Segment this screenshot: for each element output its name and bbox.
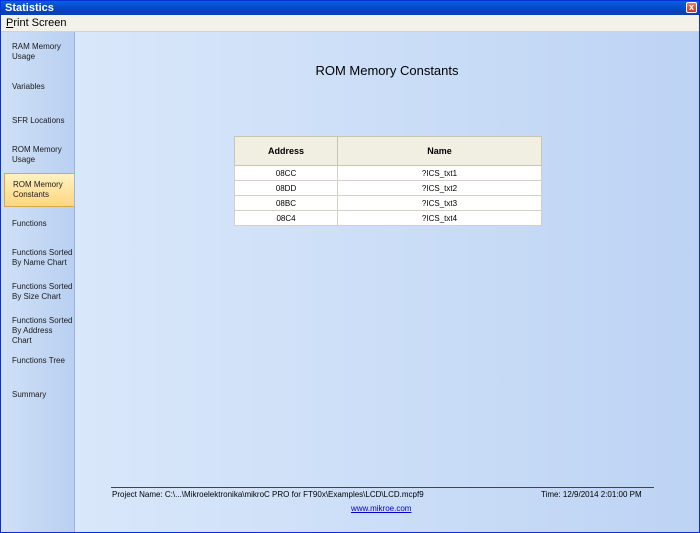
- sidebar-item-label: Variables: [12, 82, 45, 91]
- sidebar-item-ram-memory-usage[interactable]: RAM Memory Usage: [1, 42, 74, 62]
- sidebar-item-label: By Address Chart: [12, 326, 53, 345]
- statistics-window: Statistics x Print Screen RAM Memory Usa…: [0, 0, 700, 533]
- footer-divider: [111, 487, 654, 488]
- sidebar-item-label: Functions Sorted: [12, 248, 73, 257]
- title-bar[interactable]: Statistics x: [1, 1, 699, 15]
- cell-name: ?ICS_txt1: [337, 165, 542, 181]
- sidebar-item-sfr-locations[interactable]: SFR Locations: [1, 116, 74, 126]
- sidebar-item-variables[interactable]: Variables: [1, 82, 74, 92]
- timestamp-text: Time: 12/9/2014 2:01:00 PM: [541, 490, 642, 499]
- table-header-row: Address Name: [234, 136, 542, 166]
- close-icon[interactable]: x: [686, 2, 697, 13]
- sidebar-item-rom-memory-constants[interactable]: ROM Memory Constants: [4, 173, 74, 207]
- sidebar-item-label: RAM Memory: [12, 42, 61, 51]
- website-link[interactable]: www.mikroe.com: [351, 504, 411, 513]
- window-title: Statistics: [5, 2, 54, 14]
- rom-constants-table: Address Name 08CC ?ICS_txt1 08DD ?ICS_tx…: [234, 136, 542, 226]
- column-header-address[interactable]: Address: [234, 136, 338, 166]
- table-row[interactable]: 08DD ?ICS_txt2: [234, 180, 542, 196]
- cell-address: 08CC: [234, 165, 338, 181]
- sidebar-item-label: ROM Memory: [12, 145, 62, 154]
- page-title: ROM Memory Constants: [315, 63, 459, 78]
- sidebar-item-label: Summary: [12, 390, 47, 399]
- cell-name: ?ICS_txt2: [337, 180, 542, 196]
- sidebar-item-label: Functions Sorted: [12, 316, 73, 325]
- sidebar-item-label: By Name Chart: [12, 258, 67, 267]
- sidebar-item-label: Usage: [12, 52, 36, 61]
- sidebar-item-label: SFR Locations: [12, 116, 65, 125]
- menu-bar: Print Screen: [1, 15, 699, 32]
- cell-address: 08DD: [234, 180, 338, 196]
- sidebar-item-label: Functions: [12, 219, 47, 228]
- sidebar-item-label: By Size Chart: [12, 292, 61, 301]
- sidebar-item-label: Functions Sorted: [12, 282, 73, 291]
- project-name-text: Project Name: C:\...\Mikroelektronika\mi…: [112, 490, 424, 499]
- sidebar-item-summary[interactable]: Summary: [1, 390, 74, 400]
- cell-address: 08BC: [234, 195, 338, 211]
- sidebar-item-functions-sorted-by-name[interactable]: Functions Sorted By Name Chart: [1, 248, 74, 268]
- sidebar: RAM Memory Usage Variables SFR Locations…: [1, 32, 75, 532]
- cell-address: 08C4: [234, 210, 338, 226]
- sidebar-item-functions[interactable]: Functions: [1, 219, 74, 229]
- print-screen-menu[interactable]: Print Screen: [6, 17, 67, 29]
- sidebar-item-label: Functions Tree: [12, 356, 65, 365]
- cell-name: ?ICS_txt3: [337, 195, 542, 211]
- sidebar-item-functions-sorted-by-address[interactable]: Functions Sorted By Address Chart: [1, 316, 74, 346]
- main-content: ROM Memory Constants Address Name 08CC ?…: [75, 32, 699, 532]
- sidebar-item-functions-sorted-by-size[interactable]: Functions Sorted By Size Chart: [1, 282, 74, 302]
- cell-name: ?ICS_txt4: [337, 210, 542, 226]
- table-row[interactable]: 08C4 ?ICS_txt4: [234, 210, 542, 226]
- sidebar-item-rom-memory-usage[interactable]: ROM Memory Usage: [1, 145, 74, 165]
- sidebar-item-label: Constants: [13, 190, 50, 199]
- column-header-name[interactable]: Name: [337, 136, 542, 166]
- table-row[interactable]: 08CC ?ICS_txt1: [234, 165, 542, 181]
- table-row[interactable]: 08BC ?ICS_txt3: [234, 195, 542, 211]
- print-screen-label: rint Screen: [13, 17, 67, 29]
- sidebar-item-label: ROM Memory: [13, 180, 63, 189]
- sidebar-item-label: Usage: [12, 155, 36, 164]
- sidebar-item-functions-tree[interactable]: Functions Tree: [1, 356, 74, 366]
